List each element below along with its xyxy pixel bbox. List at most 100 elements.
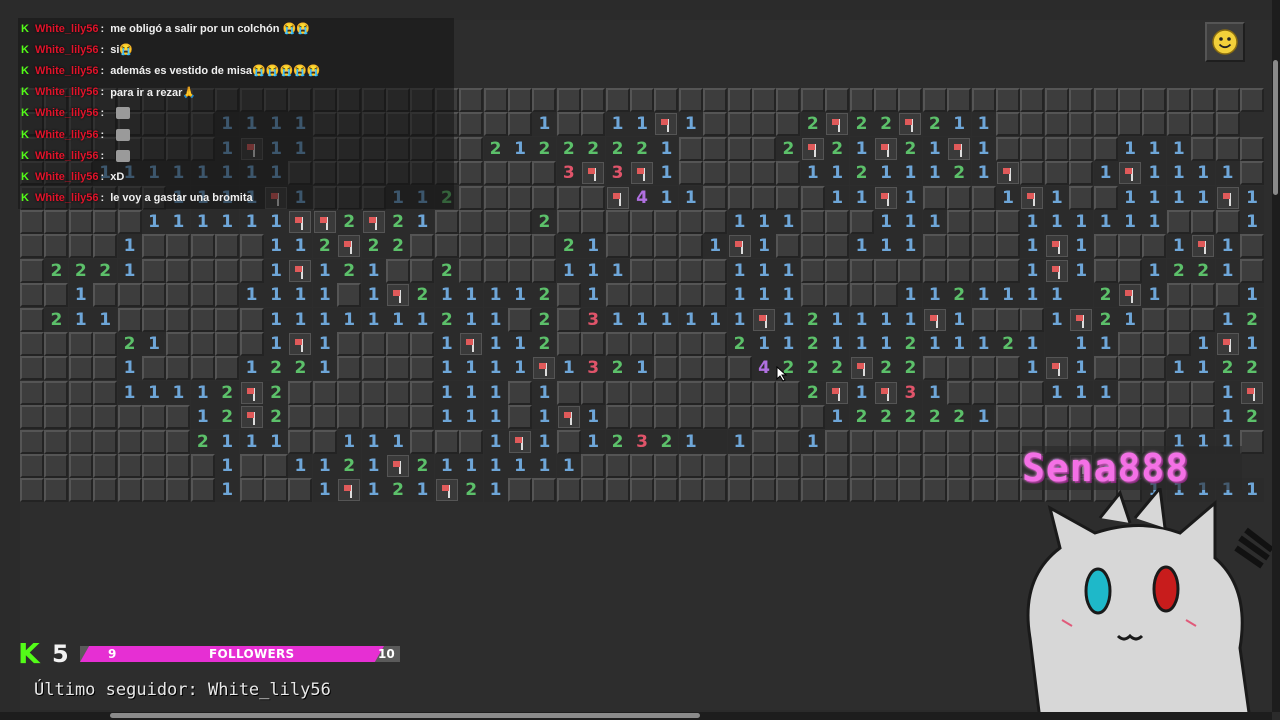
number-cell[interactable]: 1 xyxy=(898,307,923,332)
hidden-cell[interactable] xyxy=(166,234,191,259)
hidden-cell[interactable] xyxy=(20,307,44,332)
flag-cell[interactable] xyxy=(1020,185,1045,210)
hidden-cell[interactable] xyxy=(1191,88,1216,112)
flag-cell[interactable] xyxy=(947,136,972,161)
hidden-cell[interactable] xyxy=(532,258,557,283)
hidden-cell[interactable] xyxy=(1240,429,1264,454)
hidden-cell[interactable] xyxy=(434,234,459,259)
number-cell[interactable]: 1 xyxy=(361,258,386,283)
number-cell[interactable]: 1 xyxy=(727,283,752,308)
vertical-scroll-thumb[interactable] xyxy=(1273,60,1278,195)
flag-cell[interactable] xyxy=(825,380,850,405)
hidden-cell[interactable] xyxy=(703,258,728,283)
hidden-cell[interactable] xyxy=(874,258,898,283)
number-cell[interactable]: 2 xyxy=(532,210,557,234)
hidden-cell[interactable] xyxy=(166,356,191,381)
number-cell[interactable]: 1 xyxy=(776,307,801,332)
number-cell[interactable]: 1 xyxy=(1240,185,1264,210)
hidden-cell[interactable] xyxy=(288,380,313,405)
hidden-cell[interactable] xyxy=(142,356,166,381)
flag-cell[interactable] xyxy=(434,478,459,503)
number-cell[interactable]: 2 xyxy=(386,478,410,503)
hidden-cell[interactable] xyxy=(337,405,362,430)
number-cell[interactable]: 2 xyxy=(849,161,874,186)
number-cell[interactable]: 1 xyxy=(898,185,923,210)
hidden-cell[interactable] xyxy=(556,332,581,356)
hidden-cell[interactable] xyxy=(20,332,44,356)
number-cell[interactable]: 3 xyxy=(581,356,606,381)
number-cell[interactable]: 2 xyxy=(800,307,825,332)
hidden-cell[interactable] xyxy=(459,88,484,112)
hidden-cell[interactable] xyxy=(361,356,386,381)
number-cell[interactable]: 1 xyxy=(898,283,923,308)
hidden-cell[interactable] xyxy=(605,283,630,308)
hidden-cell[interactable] xyxy=(288,405,313,430)
hidden-cell[interactable] xyxy=(1191,380,1216,405)
number-cell[interactable]: 1 xyxy=(508,283,532,308)
hidden-cell[interactable] xyxy=(556,112,581,137)
number-cell[interactable]: 2 xyxy=(996,332,1020,356)
hidden-cell[interactable] xyxy=(215,283,240,308)
number-cell[interactable]: 1 xyxy=(312,478,337,503)
hidden-cell[interactable] xyxy=(1069,88,1094,112)
number-cell[interactable]: 1 xyxy=(581,283,606,308)
hidden-cell[interactable] xyxy=(44,332,69,356)
number-cell[interactable]: 1 xyxy=(483,405,508,430)
hidden-cell[interactable] xyxy=(922,88,947,112)
number-cell[interactable]: 2 xyxy=(727,332,752,356)
hidden-cell[interactable] xyxy=(20,258,44,283)
hidden-cell[interactable] xyxy=(166,429,191,454)
number-cell[interactable]: 1 xyxy=(654,136,679,161)
number-cell[interactable]: 1 xyxy=(1044,210,1069,234)
number-cell[interactable]: 1 xyxy=(556,454,581,478)
hidden-cell[interactable] xyxy=(361,380,386,405)
hidden-cell[interactable] xyxy=(142,429,166,454)
hidden-cell[interactable] xyxy=(605,454,630,478)
number-cell[interactable]: 1 xyxy=(361,429,386,454)
number-cell[interactable]: 2 xyxy=(1215,356,1240,381)
number-cell[interactable]: 1 xyxy=(630,307,654,332)
hidden-cell[interactable] xyxy=(922,185,947,210)
hidden-cell[interactable] xyxy=(1020,88,1045,112)
number-cell[interactable]: 2 xyxy=(1240,405,1264,430)
hidden-cell[interactable] xyxy=(1093,88,1118,112)
number-cell[interactable]: 1 xyxy=(361,454,386,478)
hidden-cell[interactable] xyxy=(1093,356,1118,381)
hidden-cell[interactable] xyxy=(922,234,947,259)
hidden-cell[interactable] xyxy=(68,332,93,356)
hidden-cell[interactable] xyxy=(678,356,703,381)
hidden-cell[interactable] xyxy=(703,112,728,137)
number-cell[interactable]: 2 xyxy=(410,454,435,478)
hidden-cell[interactable] xyxy=(556,185,581,210)
number-cell[interactable]: 1 xyxy=(1142,136,1167,161)
hidden-cell[interactable] xyxy=(44,405,69,430)
hidden-cell[interactable] xyxy=(947,380,972,405)
hidden-cell[interactable] xyxy=(1142,380,1167,405)
hidden-cell[interactable] xyxy=(605,380,630,405)
number-cell[interactable]: 1 xyxy=(1020,210,1045,234)
hidden-cell[interactable] xyxy=(874,88,898,112)
number-cell[interactable]: 1 xyxy=(508,332,532,356)
number-cell[interactable]: 1 xyxy=(1166,234,1191,259)
number-cell[interactable]: 2 xyxy=(874,356,898,381)
hidden-cell[interactable] xyxy=(605,332,630,356)
number-cell[interactable]: 1 xyxy=(312,258,337,283)
number-cell[interactable]: 1 xyxy=(410,210,435,234)
number-cell[interactable]: 1 xyxy=(386,307,410,332)
hidden-cell[interactable] xyxy=(190,258,215,283)
hidden-cell[interactable] xyxy=(1240,258,1264,283)
hidden-cell[interactable] xyxy=(410,258,435,283)
hidden-cell[interactable] xyxy=(312,380,337,405)
number-cell[interactable]: 1 xyxy=(752,210,776,234)
number-cell[interactable]: 1 xyxy=(556,356,581,381)
hidden-cell[interactable] xyxy=(93,332,118,356)
hidden-cell[interactable] xyxy=(1044,136,1069,161)
hidden-cell[interactable] xyxy=(508,88,532,112)
hidden-cell[interactable] xyxy=(800,283,825,308)
number-cell[interactable]: 1 xyxy=(825,185,850,210)
hidden-cell[interactable] xyxy=(1240,88,1264,112)
hidden-cell[interactable] xyxy=(483,258,508,283)
hidden-cell[interactable] xyxy=(166,307,191,332)
hidden-cell[interactable] xyxy=(1118,332,1142,356)
number-cell[interactable]: 1 xyxy=(947,112,972,137)
